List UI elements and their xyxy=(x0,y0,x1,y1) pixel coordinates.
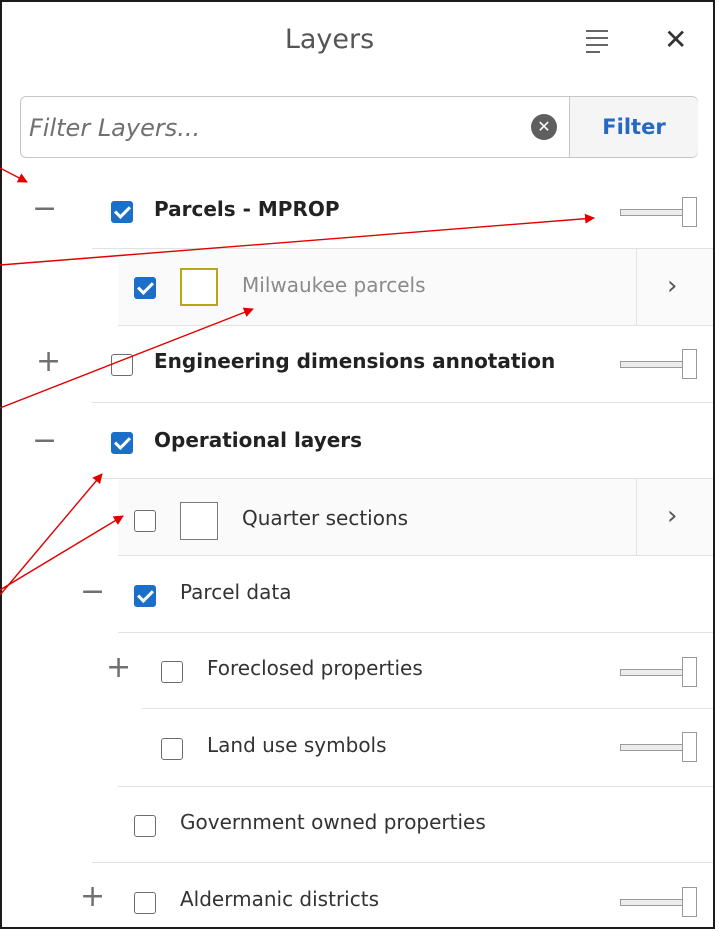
panel-divider xyxy=(713,82,714,929)
row-divider xyxy=(118,325,713,326)
row-divider xyxy=(92,862,713,863)
layer-label-aldermanic: Aldermanic districts xyxy=(180,887,379,911)
layer-checkbox-operational[interactable] xyxy=(111,432,133,454)
layer-label-milwaukee-parcels: Milwaukee parcels xyxy=(242,273,426,297)
layer-label-parcels-mprop: Parcels - MPROP xyxy=(154,197,340,221)
opacity-slider-aldermanic[interactable] xyxy=(620,887,700,917)
layer-checkbox-engineering[interactable] xyxy=(111,354,133,376)
symbol-swatch xyxy=(180,268,218,306)
row-divider xyxy=(142,708,713,709)
layer-checkbox-land-use[interactable] xyxy=(161,738,183,760)
layer-label-parcel-data: Parcel data xyxy=(180,580,292,604)
layer-label-operational: Operational layers xyxy=(154,428,363,452)
opacity-slider-foreclosed[interactable] xyxy=(620,657,700,687)
opacity-slider-parcels-mprop[interactable] xyxy=(620,197,700,227)
row-divider xyxy=(118,786,713,787)
row-divider xyxy=(118,555,713,556)
layer-label-land-use: Land use symbols xyxy=(207,733,387,757)
filter-button[interactable]: Filter xyxy=(569,97,698,157)
expand-icon[interactable]: + xyxy=(106,653,131,683)
list-options-icon[interactable] xyxy=(586,30,608,53)
clear-circle-icon[interactable]: ✕ xyxy=(531,114,557,140)
chevron-right-icon: › xyxy=(667,501,678,531)
layer-checkbox-parcels-mprop[interactable] xyxy=(111,201,133,223)
collapse-icon[interactable]: − xyxy=(80,577,105,607)
layer-label-foreclosed: Foreclosed properties xyxy=(207,656,423,680)
panel-header: Layers ✕ xyxy=(2,2,713,82)
panel-title: Layers xyxy=(284,24,375,55)
layer-checkbox-parcel-data[interactable] xyxy=(134,585,156,607)
collapse-icon[interactable]: − xyxy=(32,426,57,456)
opacity-slider-land-use[interactable] xyxy=(620,732,700,762)
layer-label-government: Government owned properties xyxy=(180,810,486,834)
row-divider xyxy=(118,632,713,633)
layer-checkbox-government[interactable] xyxy=(134,815,156,837)
close-icon[interactable]: ✕ xyxy=(664,26,687,54)
row-divider xyxy=(92,402,713,403)
symbol-swatch xyxy=(180,502,218,540)
opacity-slider-engineering[interactable] xyxy=(620,349,700,379)
layer-checkbox-milwaukee-parcels[interactable] xyxy=(134,277,156,299)
filter-layers-input[interactable] xyxy=(27,105,511,151)
expand-legend-chevron-icon[interactable]: › xyxy=(636,479,713,555)
filter-bar: ✕ Filter xyxy=(20,96,698,158)
layer-checkbox-foreclosed[interactable] xyxy=(161,661,183,683)
layer-label-quarter-sections: Quarter sections xyxy=(242,506,409,530)
layer-checkbox-quarter-sections[interactable] xyxy=(134,510,156,532)
expand-legend-chevron-icon[interactable]: › xyxy=(636,249,713,325)
chevron-right-icon: › xyxy=(667,271,678,301)
layers-panel: Layers ✕ ✕ Filter − Parcels - MPROP Milw… xyxy=(0,0,715,929)
layer-label-engineering: Engineering dimensions annotation xyxy=(154,349,556,373)
expand-icon[interactable]: + xyxy=(80,882,105,912)
layer-checkbox-aldermanic[interactable] xyxy=(134,892,156,914)
expand-icon[interactable]: + xyxy=(36,347,61,377)
collapse-icon[interactable]: − xyxy=(32,194,57,224)
